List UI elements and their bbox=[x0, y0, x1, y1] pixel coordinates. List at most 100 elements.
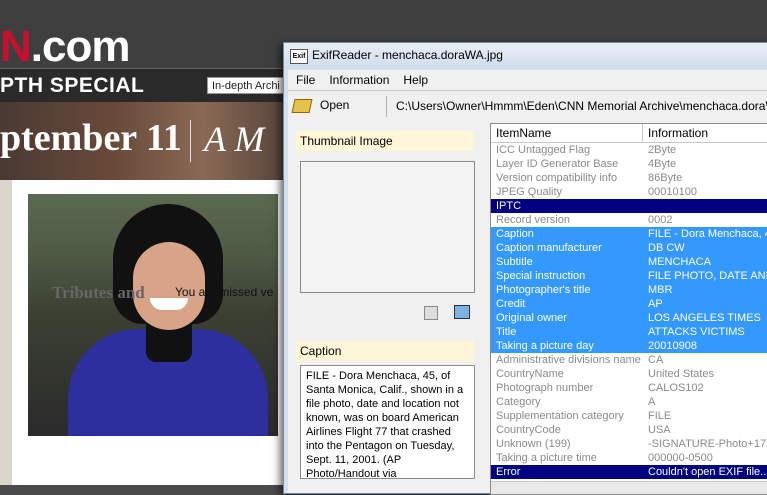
row-item-name: Administrative divisions name bbox=[496, 354, 641, 366]
list-row[interactable]: Record version 0002 bbox=[491, 213, 767, 227]
list-row[interactable]: CountryCode USA bbox=[491, 423, 767, 437]
metadata-list[interactable]: ItemName Information ICC Untagged Flag 2B… bbox=[490, 123, 767, 495]
list-row[interactable]: Caption FILE - Dora Menchaca, 4 bbox=[491, 227, 767, 241]
row-item-value: 2Byte bbox=[648, 144, 677, 156]
row-item-value: LOS ANGELES TIMES bbox=[648, 312, 761, 324]
photo-smile bbox=[150, 298, 188, 310]
menu-information[interactable]: Information bbox=[321, 70, 395, 88]
row-item-value: FILE PHOTO, DATE AND bbox=[648, 270, 767, 282]
portrait-photo bbox=[28, 194, 278, 436]
logo-domain: .com bbox=[30, 22, 131, 71]
row-item-name: Error bbox=[496, 466, 521, 478]
row-item-value: CA bbox=[648, 354, 664, 366]
list-row[interactable]: Category A bbox=[491, 395, 767, 409]
logo-letter: N bbox=[0, 22, 32, 71]
row-item-value: USA bbox=[648, 424, 671, 436]
row-item-value: -SIGNATURE-Photo+173 bbox=[648, 438, 767, 450]
row-item-name: Layer ID Generator Base bbox=[496, 158, 619, 170]
column-information[interactable]: Information bbox=[648, 126, 708, 140]
column-divider[interactable] bbox=[642, 124, 643, 142]
menu-file[interactable]: File bbox=[288, 70, 321, 88]
row-item-name: CountryCode bbox=[496, 424, 561, 436]
row-item-value: 000000-0500 bbox=[648, 452, 713, 464]
row-item-value: 00010100 bbox=[648, 186, 697, 198]
list-row[interactable]: ICC Untagged Flag 2Byte bbox=[491, 143, 767, 157]
banner-image: ptember 11 A M bbox=[0, 102, 290, 180]
save-icon[interactable] bbox=[424, 306, 438, 320]
list-row[interactable]: Taking a picture time 000000-0500 bbox=[491, 451, 767, 465]
caption-header: Caption bbox=[296, 341, 474, 361]
row-item-value: AP bbox=[648, 298, 663, 310]
list-row[interactable]: Title ATTACKS VICTIMS bbox=[491, 325, 767, 339]
row-item-name: Taking a picture time bbox=[496, 452, 597, 464]
row-item-name: CountryName bbox=[496, 368, 564, 380]
thumbnail-box bbox=[300, 161, 475, 293]
list-row[interactable]: Photographer's title MBR bbox=[491, 283, 767, 297]
menu-bar: File Information Help bbox=[288, 70, 767, 90]
row-item-name: Credit bbox=[496, 298, 526, 310]
list-row[interactable]: Unknown (199) -SIGNATURE-Photo+173 bbox=[491, 437, 767, 451]
row-item-name: Original owner bbox=[496, 312, 567, 324]
row-item-value: FILE - Dora Menchaca, 4 bbox=[648, 228, 767, 240]
list-row[interactable]: Credit AP bbox=[491, 297, 767, 311]
special-heading: PTH SPECIAL bbox=[0, 74, 145, 97]
list-row[interactable]: Version compatibility info 86Byte bbox=[491, 171, 767, 185]
row-item-name: ICC Untagged Flag bbox=[496, 144, 591, 156]
row-item-value: MBR bbox=[648, 284, 673, 296]
list-row[interactable]: CountryName United States bbox=[491, 367, 767, 381]
exifreader-window[interactable]: Exif ExifReader - menchaca.doraWA.jpg Fi… bbox=[283, 42, 767, 495]
row-item-value: CALOS102 bbox=[648, 382, 704, 394]
row-item-value: DB CW bbox=[648, 242, 685, 254]
row-item-name: Record version bbox=[496, 214, 570, 226]
list-row[interactable]: Original owner LOS ANGELES TIMES bbox=[491, 311, 767, 325]
file-path: C:\Users\Owner\Hmmm\Eden\CNN Memorial Ar… bbox=[396, 99, 767, 113]
list-row[interactable]: Supplementation category FILE bbox=[491, 409, 767, 423]
row-item-name: Special instruction bbox=[496, 270, 586, 282]
row-item-value: FILE bbox=[648, 410, 672, 422]
tributes-heading: Tributes and bbox=[52, 283, 145, 302]
row-item-name: IPTC bbox=[496, 200, 522, 212]
row-item-value: Couldn't open EXIF file... bbox=[648, 466, 767, 478]
row-item-name: Category bbox=[496, 396, 541, 408]
client-area: Thumbnail Image Caption FILE - Dora Menc… bbox=[288, 121, 767, 495]
list-row[interactable]: Administrative divisions name CA bbox=[491, 353, 767, 367]
list-row[interactable]: Photograph number CALOS102 bbox=[491, 381, 767, 395]
site-logo[interactable]: N.com bbox=[0, 22, 290, 72]
list-header: ItemName Information bbox=[491, 124, 767, 143]
view-icon[interactable] bbox=[454, 305, 470, 319]
list-row[interactable]: Taking a picture day 20010908 bbox=[491, 339, 767, 353]
row-item-name: Photographer's title bbox=[496, 284, 591, 296]
row-item-name: Supplementation category bbox=[496, 410, 624, 422]
window-title: ExifReader - menchaca.doraWA.jpg bbox=[312, 48, 503, 62]
row-item-value: A bbox=[648, 396, 656, 408]
row-item-value: ATTACKS VICTIMS bbox=[648, 326, 745, 338]
row-item-value: 0002 bbox=[648, 214, 673, 226]
horizontal-scrollbar[interactable] bbox=[491, 481, 767, 494]
row-item-name: Caption manufacturer bbox=[496, 242, 602, 254]
list-row[interactable]: Caption manufacturer DB CW bbox=[491, 241, 767, 255]
row-item-name: Subtitle bbox=[496, 256, 533, 268]
list-row[interactable]: Layer ID Generator Base 4Byte bbox=[491, 157, 767, 171]
archive-dropdown[interactable]: In-depth Archi bbox=[207, 77, 287, 94]
row-item-name: JPEG Quality bbox=[496, 186, 563, 198]
list-row[interactable]: Subtitle MENCHACA bbox=[491, 255, 767, 269]
toolbar-separator bbox=[386, 96, 387, 117]
list-row[interactable]: Special instruction FILE PHOTO, DATE AND bbox=[491, 269, 767, 283]
folder-open-icon[interactable] bbox=[291, 99, 313, 113]
menu-help[interactable]: Help bbox=[395, 70, 434, 88]
column-itemname[interactable]: ItemName bbox=[496, 126, 551, 140]
open-label: Open bbox=[320, 98, 350, 112]
list-row[interactable]: IPTC bbox=[491, 199, 767, 213]
row-item-name: Title bbox=[496, 326, 517, 338]
caption-text[interactable]: FILE - Dora Menchaca, 45, of Santa Monic… bbox=[300, 365, 475, 479]
title-bar[interactable]: Exif ExifReader - menchaca.doraWA.jpg bbox=[284, 43, 767, 69]
banner-title: ptember 11 bbox=[0, 117, 182, 159]
list-row[interactable]: JPEG Quality 00010100 bbox=[491, 185, 767, 199]
left-strip bbox=[0, 180, 12, 485]
list-row[interactable]: Error Couldn't open EXIF file... bbox=[491, 465, 767, 479]
thumbnail-header: Thumbnail Image bbox=[296, 131, 474, 151]
app-icon[interactable]: Exif bbox=[290, 49, 308, 64]
page-content bbox=[0, 180, 290, 485]
row-item-name: Unknown (199) bbox=[496, 438, 571, 450]
row-item-name: Caption bbox=[496, 228, 534, 240]
